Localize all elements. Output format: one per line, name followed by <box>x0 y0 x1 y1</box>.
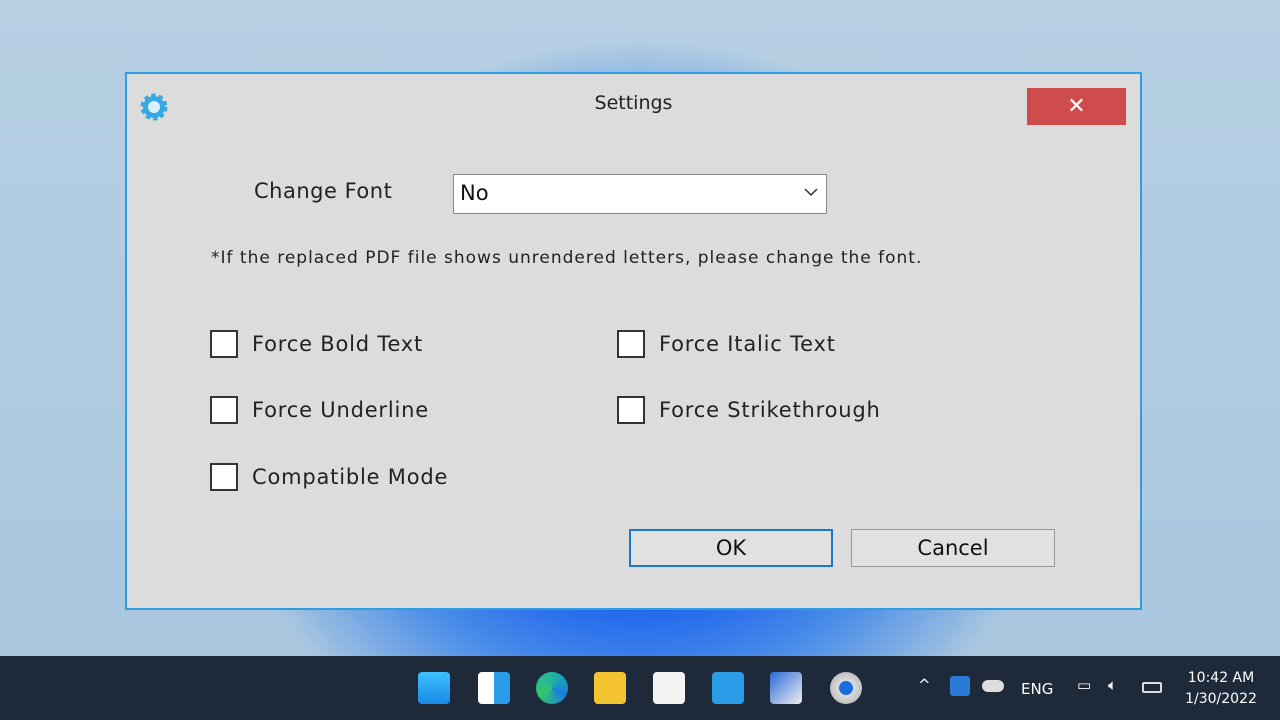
store-icon[interactable] <box>653 672 685 704</box>
checkbox-box[interactable] <box>210 330 238 358</box>
edge-icon[interactable] <box>536 672 568 704</box>
compatible-mode-checkbox[interactable]: Compatible Mode <box>210 463 448 491</box>
mail-icon[interactable] <box>712 672 744 704</box>
checkbox-label: Force Strikethrough <box>659 398 881 422</box>
date: 1/30/2022 <box>1185 691 1257 707</box>
start-icon[interactable] <box>418 672 450 704</box>
checkbox-label: Compatible Mode <box>252 465 449 489</box>
language-indicator[interactable]: ENG <box>1021 680 1053 698</box>
settings-icon[interactable] <box>830 672 862 704</box>
dialog-title: Settings <box>594 92 673 114</box>
force-strikethrough-checkbox[interactable]: Force Strikethrough <box>617 396 881 424</box>
change-font-label: Change Font <box>254 179 393 203</box>
paint-icon[interactable] <box>770 672 802 704</box>
checkbox-label: Force Underline <box>252 398 429 422</box>
font-note: *If the replaced PDF file shows unrender… <box>211 248 923 268</box>
widgets-icon[interactable] <box>478 672 510 704</box>
checkbox-label: Force Italic Text <box>659 332 836 356</box>
onedrive-icon[interactable] <box>982 680 1004 692</box>
force-italic-checkbox[interactable]: Force Italic Text <box>617 330 836 358</box>
checkbox-box[interactable] <box>617 396 645 424</box>
force-underline-checkbox[interactable]: Force Underline <box>210 396 429 424</box>
font-select[interactable]: No <box>453 174 827 214</box>
taskbar: ^ ENG ▭ 🔈︎ 10:42 AM 1/30/2022 <box>0 656 1280 720</box>
security-icon[interactable] <box>950 676 970 696</box>
font-select-value: No <box>460 181 489 205</box>
checkbox-box[interactable] <box>210 396 238 424</box>
chevron-down-icon <box>804 188 818 197</box>
clock[interactable]: 10:42 AM 1/30/2022 <box>1180 668 1262 710</box>
chevron-up-icon[interactable]: ^ <box>918 676 931 694</box>
force-bold-checkbox[interactable]: Force Bold Text <box>210 330 423 358</box>
close-button[interactable]: ✕ <box>1027 88 1126 125</box>
battery-icon[interactable] <box>1142 682 1162 693</box>
ok-button[interactable]: OK <box>629 529 833 567</box>
volume-icon[interactable]: 🔈︎ <box>1108 676 1117 694</box>
cancel-button[interactable]: Cancel <box>851 529 1055 567</box>
settings-dialog: Settings ✕ Change Font No *If the replac… <box>125 72 1142 610</box>
checkbox-box[interactable] <box>210 463 238 491</box>
checkbox-label: Force Bold Text <box>252 332 424 356</box>
time: 10:42 AM <box>1187 670 1255 686</box>
checkbox-box[interactable] <box>617 330 645 358</box>
network-icon[interactable]: ▭ <box>1077 676 1091 694</box>
file-explorer-icon[interactable] <box>594 672 626 704</box>
